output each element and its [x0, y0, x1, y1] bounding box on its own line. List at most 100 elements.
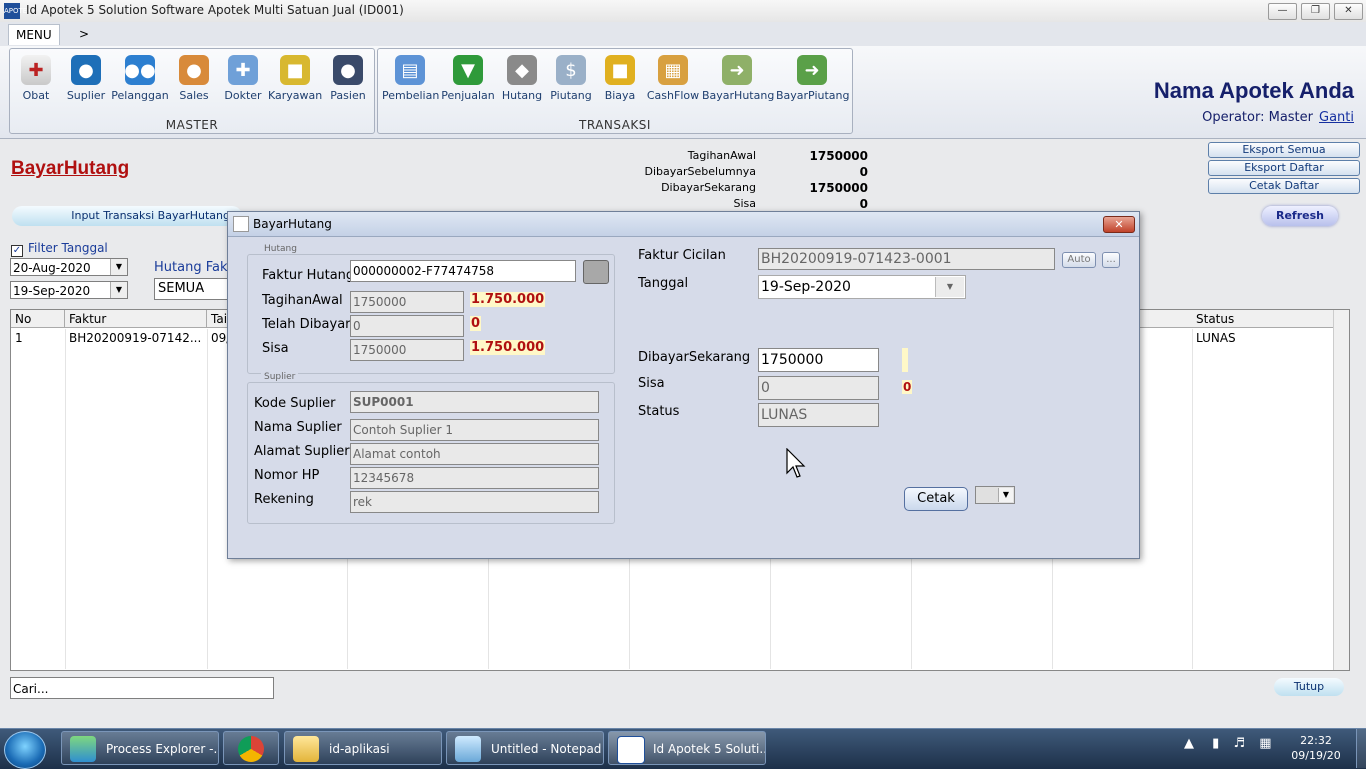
- faktur-hutang-field[interactable]: 000000002-F77474758: [350, 260, 576, 282]
- search-input[interactable]: Cari...: [10, 677, 274, 699]
- cetak-button[interactable]: Cetak: [904, 487, 968, 511]
- operator-info: Operator: Master Ganti: [1202, 110, 1354, 125]
- tutup-button[interactable]: Tutup: [1274, 678, 1344, 696]
- taskbar-clock[interactable]: 22:32 09/19/20: [1286, 733, 1346, 763]
- faktur-hutang-label: Faktur Hutang: [262, 268, 355, 283]
- grid-line: [1192, 329, 1193, 669]
- dialog-close-button[interactable]: ✕: [1103, 216, 1135, 233]
- network-signal-icon[interactable]: ▮: [1212, 736, 1219, 751]
- tanggal-label: Tanggal: [638, 276, 689, 291]
- summary-label: Sisa: [733, 197, 756, 210]
- taskbar-process-explorer[interactable]: Process Explorer -...: [61, 731, 219, 765]
- sisa-sekarang-formatted: 0: [902, 380, 913, 394]
- faktur-lookup-button[interactable]: [583, 260, 609, 284]
- show-hidden-icons-icon[interactable]: ▲: [1184, 736, 1194, 751]
- date-from-picker[interactable]: 20-Aug-2020 ▼: [10, 258, 128, 276]
- ribbon-hutang-button[interactable]: ◆ Hutang: [500, 55, 544, 102]
- ribbon-item-label: Karyawan: [268, 89, 323, 102]
- ribbon-biaya-button[interactable]: ■ Biaya: [598, 55, 642, 102]
- ribbon-pelanggan-button[interactable]: ●● Pelanggan: [110, 55, 170, 102]
- refresh-button[interactable]: Refresh: [1262, 206, 1338, 226]
- taskbar-id-aplikasi[interactable]: id-aplikasi: [284, 731, 442, 765]
- nomor-hp-field: 12345678: [350, 467, 599, 489]
- patient-icon: ●: [333, 55, 363, 85]
- date-to-picker[interactable]: 19-Sep-2020 ▼: [10, 281, 128, 299]
- tagihan-awal-label: TagihanAwal: [262, 293, 343, 308]
- eksport-daftar-button[interactable]: Eksport Daftar: [1208, 160, 1360, 176]
- tanggal-value: 19-Sep-2020: [761, 279, 851, 295]
- table-cell-no[interactable]: 1: [11, 329, 65, 347]
- volume-icon[interactable]: ♬: [1233, 736, 1245, 751]
- ribbon-dokter-button[interactable]: ✚ Dokter: [220, 55, 266, 102]
- auto-button[interactable]: Auto: [1062, 252, 1096, 268]
- taskbar-chrome[interactable]: [223, 731, 279, 765]
- taskbar-item-label: Id Apotek 5 Soluti...: [653, 742, 766, 756]
- mouse-cursor-icon: [786, 448, 806, 478]
- status-label: Status: [638, 404, 680, 419]
- taskbar-item-label: id-aplikasi: [329, 742, 390, 756]
- minimize-button[interactable]: —: [1268, 3, 1297, 20]
- ribbon-obat-button[interactable]: ✚ Obat: [14, 55, 58, 102]
- kode-suplier-field: SUP0001: [350, 391, 599, 413]
- system-tray: ▲ ▮ ♬ ▦: [1184, 736, 1272, 751]
- ribbon-suplier-button[interactable]: ● Suplier: [64, 55, 108, 102]
- dropdown-arrow-icon[interactable]: ▼: [935, 277, 964, 297]
- ribbon-pasien-button[interactable]: ● Pasien: [326, 55, 370, 102]
- tanggal-picker[interactable]: 19-Sep-2020 ▼: [758, 275, 966, 299]
- summary-label: DibayarSebelumnya: [644, 165, 757, 178]
- tagihan-awal-field: 1750000: [350, 291, 464, 313]
- dropdown-arrow-icon[interactable]: ▼: [110, 282, 127, 298]
- ribbon-karyawan-button[interactable]: ■ Karyawan: [268, 55, 322, 102]
- dropdown-arrow-icon[interactable]: ▼: [998, 488, 1013, 502]
- dibayar-sekarang-field[interactable]: 1750000: [758, 348, 879, 372]
- faktur-cicilan-label: Faktur Cicilan: [638, 248, 726, 263]
- window-title: Id Apotek 5 Solution Software Apotek Mul…: [26, 3, 404, 17]
- taskbar-notepad[interactable]: Untitled - Notepad: [446, 731, 604, 765]
- apotek-app-icon: [617, 736, 645, 764]
- more-options-button[interactable]: ...: [1102, 252, 1120, 268]
- input-transaksi-button[interactable]: Input Transaksi BayarHutang: [12, 206, 242, 226]
- column-header-no[interactable]: No: [11, 310, 65, 328]
- show-desktop-button[interactable]: [1356, 729, 1366, 768]
- document-arrow-icon: ➜: [722, 55, 752, 85]
- menu-more-tab[interactable]: >: [72, 24, 96, 44]
- menu-tab[interactable]: MENU: [8, 24, 60, 45]
- rekening-label: Rekening: [254, 492, 314, 507]
- restore-button[interactable]: ❐: [1301, 3, 1330, 20]
- cetak-daftar-button[interactable]: Cetak Daftar: [1208, 178, 1360, 194]
- grid-line: [65, 329, 66, 669]
- column-header-status[interactable]: Status: [1192, 310, 1334, 328]
- ribbon-bayarhutang-button[interactable]: ➜ BayarHutang: [702, 55, 774, 102]
- taskbar-id-apotek[interactable]: Id Apotek 5 Soluti...: [608, 731, 766, 765]
- hutang-faktur-label: Hutang Fakt: [154, 260, 233, 275]
- column-header-faktur[interactable]: Faktur: [65, 310, 207, 328]
- dropdown-arrow-icon[interactable]: ▼: [110, 259, 127, 275]
- print-option-select[interactable]: ▼: [975, 486, 1015, 504]
- ganti-link[interactable]: Ganti: [1319, 110, 1354, 125]
- ribbon-pembelian-button[interactable]: ▤ Pembelian: [382, 55, 439, 102]
- ribbon-bayarpiutang-button[interactable]: ➜ BayarPiutang: [776, 55, 850, 102]
- ribbon-sales-button[interactable]: ● Sales: [172, 55, 216, 102]
- filter-tanggal-checkbox[interactable]: ✓ Filter Tanggal: [11, 241, 108, 257]
- table-cell-faktur[interactable]: BH20200919-07142...: [65, 329, 207, 347]
- ribbon-item-label: Hutang: [501, 89, 543, 102]
- eksport-semua-button[interactable]: Eksport Semua: [1208, 142, 1360, 158]
- ribbon-piutang-button[interactable]: $ Piutang: [548, 55, 594, 102]
- start-button[interactable]: [4, 731, 46, 769]
- ribbon-item-label: Obat: [22, 89, 50, 102]
- summary-label: TagihanAwal: [687, 149, 756, 162]
- action-center-icon[interactable]: ▦: [1259, 736, 1271, 751]
- table-cell-status[interactable]: LUNAS: [1192, 329, 1334, 347]
- ribbon-item-label: Biaya: [604, 89, 636, 102]
- close-window-button[interactable]: ✕: [1334, 3, 1363, 20]
- process-explorer-icon: [70, 736, 96, 762]
- grid-scrollbar[interactable]: [1333, 310, 1349, 670]
- taskbar-item-label: Untitled - Notepad: [491, 742, 602, 756]
- ribbon-penjualan-button[interactable]: ▼ Penjualan: [440, 55, 496, 102]
- summary-label: DibayarSekarang: [661, 181, 756, 194]
- nomor-hp-label: Nomor HP: [254, 468, 320, 483]
- ribbon-item-label: Pelanggan: [111, 89, 169, 102]
- summary-value: 0: [859, 197, 868, 211]
- sisa-field: 1750000: [350, 339, 464, 361]
- ribbon-cashflow-button[interactable]: ▦ CashFlow: [646, 55, 700, 102]
